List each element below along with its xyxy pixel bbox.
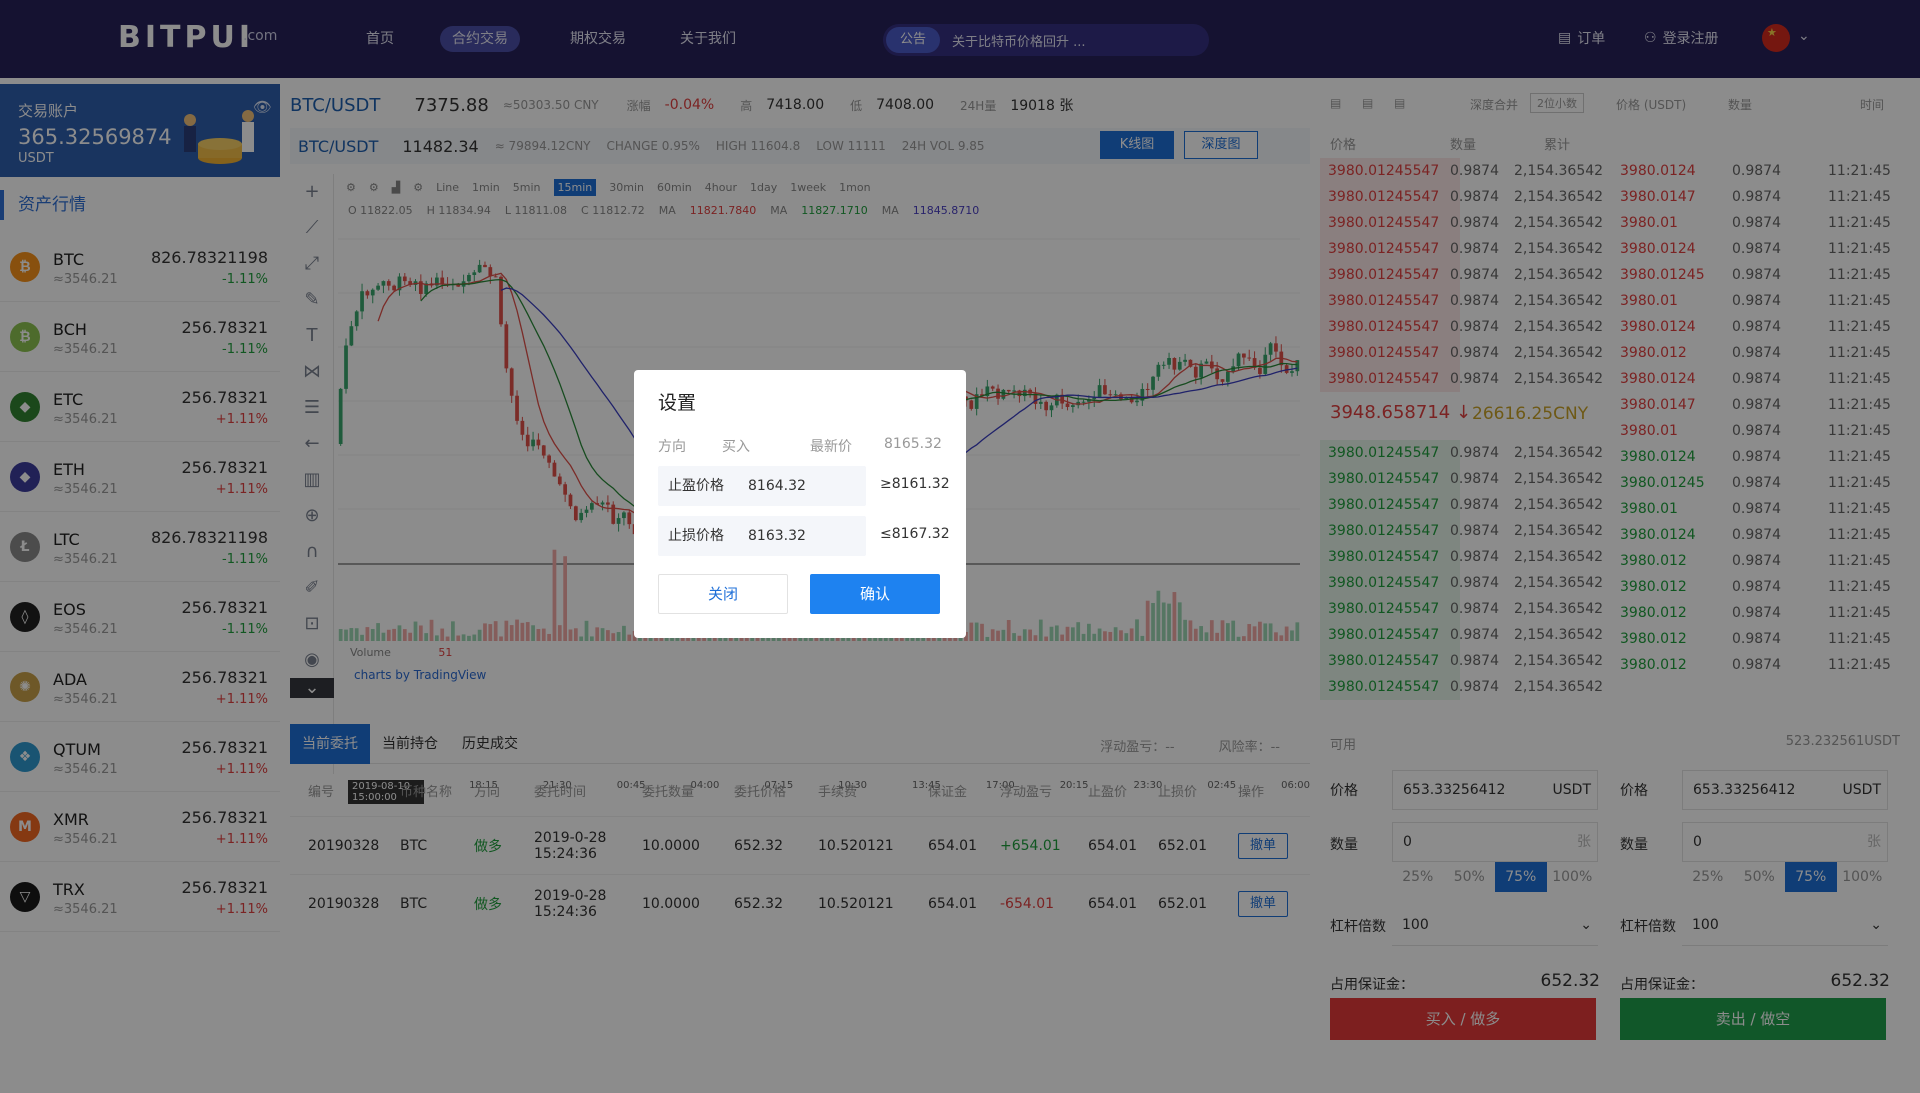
- modal-direction-label: 方向: [658, 439, 686, 455]
- modal-close-button[interactable]: 关闭: [658, 574, 788, 614]
- take-profit-field[interactable]: 止盈价格 8164.32: [658, 466, 866, 506]
- take-profit-hint: ≥8161.32: [880, 476, 950, 492]
- modal-last-price-value: 8165.32: [884, 436, 942, 452]
- modal-title: 设置: [658, 392, 697, 414]
- stop-loss-value: 8163.32: [748, 528, 806, 544]
- modal-direction-value: 买入: [722, 439, 750, 455]
- modal-confirm-button[interactable]: 确认: [810, 574, 940, 614]
- stop-loss-label: 止损价格: [668, 528, 724, 544]
- stop-loss-hint: ≤8167.32: [880, 526, 950, 542]
- take-profit-label: 止盈价格: [668, 478, 724, 494]
- settings-modal: 设置 方向 买入 最新价 8165.32 止盈价格 8164.32 ≥8161.…: [634, 370, 966, 638]
- modal-last-price-label: 最新价: [810, 439, 852, 455]
- stop-loss-field[interactable]: 止损价格 8163.32: [658, 516, 866, 556]
- take-profit-value: 8164.32: [748, 478, 806, 494]
